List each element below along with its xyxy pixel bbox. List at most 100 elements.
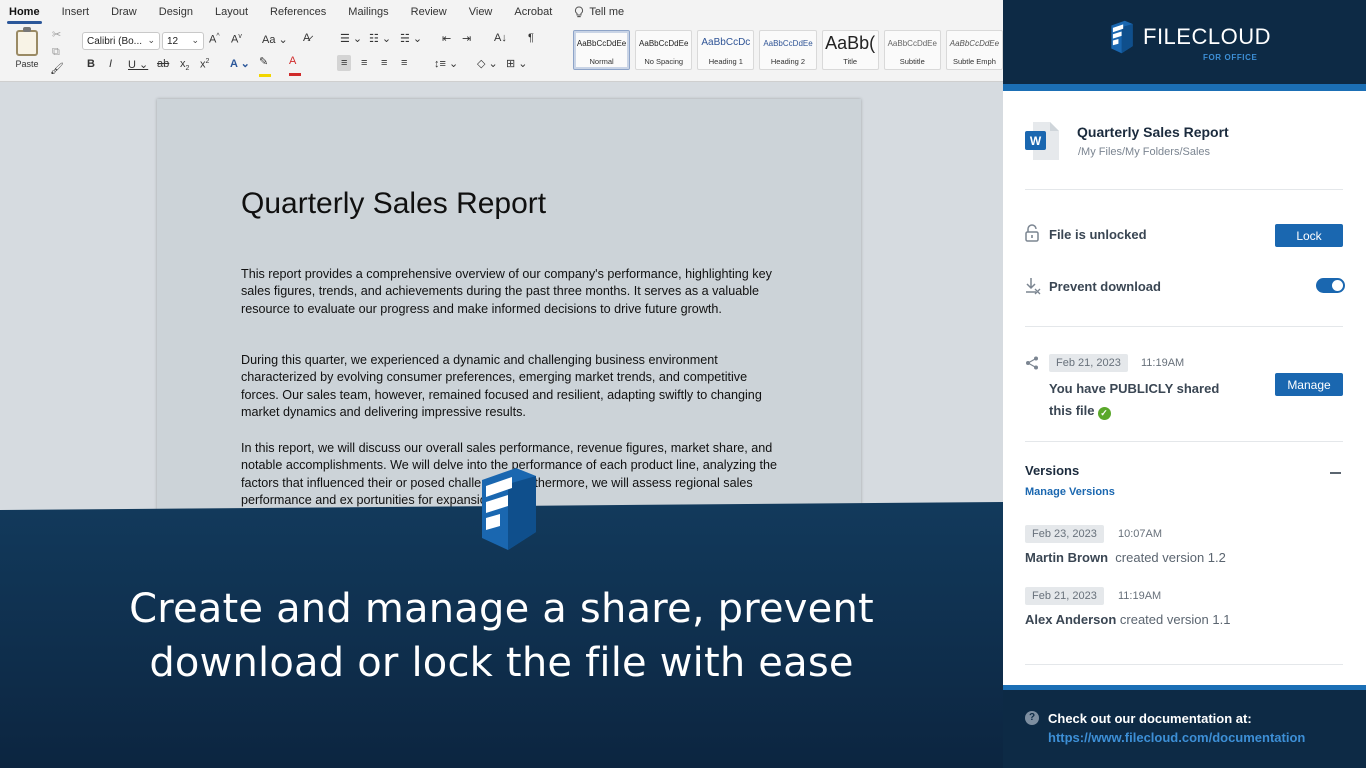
- font-name-select[interactable]: Calibri (Bo... ⌄: [82, 32, 160, 50]
- justify-icon[interactable]: ≡: [401, 57, 407, 69]
- numbering-icon[interactable]: ☷ ⌄: [369, 32, 391, 45]
- tab-mailings[interactable]: Mailings: [348, 6, 388, 18]
- style-normal[interactable]: AaBbCcDdEe Normal: [573, 30, 631, 70]
- tell-me[interactable]: Tell me: [574, 6, 624, 18]
- filecloud-logo-icon: [1111, 20, 1133, 54]
- align-right-icon[interactable]: ≡: [381, 57, 387, 69]
- borders-icon[interactable]: ⊞ ⌄: [506, 57, 528, 70]
- ribbon-home: Paste ✂ ⧉ 🖌 Calibri (Bo... ⌄ 12 ⌄ A^ Av Aa…: [0, 24, 1003, 82]
- panel-header: FILECLOUD FOR OFFICE: [1003, 0, 1366, 84]
- panel-footer: [1003, 685, 1366, 768]
- tab-review[interactable]: Review: [411, 6, 447, 18]
- style-name: Subtitle: [899, 57, 925, 66]
- paste-button[interactable]: Paste: [8, 27, 46, 69]
- sort-icon[interactable]: A↓: [494, 32, 507, 44]
- style-heading-2[interactable]: AaBbCcDdEe Heading 2: [759, 30, 817, 70]
- version-user: Martin Brown: [1025, 550, 1109, 565]
- unlock-icon: [1025, 224, 1039, 242]
- font-size-select[interactable]: 12 ⌄: [162, 32, 204, 50]
- filecloud-logo-icon: [482, 468, 536, 550]
- version-time: 10:07AM: [1118, 528, 1163, 540]
- version-action: created version 1.2: [1115, 550, 1226, 565]
- document-title: Quarterly Sales Report: [241, 187, 547, 220]
- decrease-indent-icon[interactable]: ⇤: [442, 32, 451, 45]
- tab-view[interactable]: View: [469, 6, 493, 18]
- share-status-line-1: You have PUBLICLY shared: [1049, 381, 1220, 396]
- tab-references[interactable]: References: [270, 6, 326, 18]
- strikethrough-icon[interactable]: ab: [157, 58, 169, 70]
- grow-font-icon[interactable]: A^: [209, 33, 220, 46]
- documentation-link[interactable]: https://www.filecloud.com/documentation: [1048, 730, 1305, 745]
- tab-home[interactable]: Home: [7, 6, 42, 24]
- copy-icon[interactable]: ⧉: [52, 46, 60, 59]
- style-name: Normal: [589, 57, 614, 66]
- italic-icon[interactable]: I: [109, 58, 112, 70]
- style-no-spacing[interactable]: AaBbCcDdEe No Spacing: [635, 30, 693, 70]
- file-title: Quarterly Sales Report: [1077, 124, 1229, 140]
- clear-formatting-icon[interactable]: A̷: [303, 32, 310, 44]
- share-date: Feb 21, 2023: [1049, 354, 1128, 372]
- style-subtitle[interactable]: AaBbCcDdEe Subtitle: [883, 30, 941, 70]
- style-title[interactable]: AaBb( Title: [821, 30, 879, 70]
- shading-icon[interactable]: ◇ ⌄: [477, 57, 498, 70]
- style-subtle-emphasis[interactable]: AaBbCcDdEe Subtle Emph: [945, 30, 1003, 70]
- style-name: Heading 1: [708, 57, 743, 66]
- subscript-icon[interactable]: x2: [180, 58, 189, 72]
- share-status: You have PUBLICLY shared this file ✓: [1049, 378, 1239, 422]
- increase-indent-icon[interactable]: ⇥: [462, 32, 471, 45]
- show-formatting-icon[interactable]: ¶: [528, 32, 534, 44]
- document-page[interactable]: Quarterly Sales Report This report provi…: [157, 99, 861, 519]
- styles-gallery: AaBbCcDdEe Normal AaBbCcDdEe No Spacing …: [573, 30, 1003, 72]
- style-heading-1[interactable]: AaBbCcDc Heading 1: [697, 30, 755, 70]
- underline-icon[interactable]: U ⌄: [128, 58, 148, 71]
- tab-insert[interactable]: Insert: [62, 6, 90, 18]
- brand-name: FILECLOUD: [1143, 24, 1271, 49]
- version-user: Alex Anderson: [1025, 612, 1117, 627]
- shrink-font-icon[interactable]: Av: [231, 33, 242, 46]
- align-center-icon[interactable]: ≡: [361, 57, 367, 69]
- version-entry: Alex Anderson created version 1.1: [1025, 612, 1230, 627]
- versions-heading: Versions: [1025, 463, 1080, 478]
- collapse-icon[interactable]: [1330, 472, 1341, 474]
- cut-icon[interactable]: ✂: [52, 28, 61, 41]
- font-color-icon[interactable]: A: [289, 55, 301, 79]
- headline-line-2: download or lock the file with ease: [149, 640, 854, 686]
- font-size-value: 12: [167, 36, 179, 47]
- style-name: Title: [843, 57, 858, 66]
- lock-button[interactable]: Lock: [1275, 224, 1343, 247]
- line-spacing-icon[interactable]: ↕≡ ⌄: [434, 57, 458, 70]
- divider: [1025, 664, 1343, 665]
- multilevel-list-icon[interactable]: ☵ ⌄: [400, 32, 422, 45]
- share-status-line-2: this file: [1049, 403, 1095, 418]
- tab-design[interactable]: Design: [159, 6, 193, 18]
- version-entry: Martin Brown created version 1.2: [1025, 550, 1226, 565]
- divider: [1025, 189, 1343, 190]
- tab-acrobat[interactable]: Acrobat: [514, 6, 552, 18]
- tell-me-label: Tell me: [589, 6, 625, 18]
- tab-layout[interactable]: Layout: [215, 6, 248, 18]
- share-icon: [1026, 356, 1038, 370]
- bullets-icon[interactable]: ☰ ⌄: [340, 32, 362, 45]
- banner-headline: Create and manage a share, prevent downl…: [0, 582, 1003, 690]
- lock-status: File is unlocked: [1049, 227, 1147, 242]
- change-case-icon[interactable]: Aa ⌄: [262, 33, 288, 46]
- format-painter-icon[interactable]: 🖌: [50, 62, 64, 75]
- tab-draw[interactable]: Draw: [111, 6, 137, 18]
- paste-label: Paste: [15, 59, 39, 69]
- bold-icon[interactable]: B: [87, 58, 95, 70]
- filecloud-panel: FILECLOUD FOR OFFICE W Quarterly Sales R…: [1003, 0, 1366, 768]
- manage-versions-link[interactable]: Manage Versions: [1025, 486, 1115, 498]
- style-name: No Spacing: [644, 57, 684, 66]
- align-left-icon[interactable]: ≡: [337, 55, 352, 71]
- highlight-icon[interactable]: ✎: [259, 55, 271, 80]
- superscript-icon[interactable]: x2: [200, 58, 209, 71]
- word-file-icon: W: [1025, 122, 1059, 160]
- text-effects-icon[interactable]: A ⌄: [230, 57, 250, 70]
- share-time: 11:19AM: [1141, 357, 1185, 369]
- chevron-down-icon: ⌄: [147, 35, 155, 45]
- manage-share-button[interactable]: Manage: [1275, 373, 1343, 396]
- footer-accent-bar: [1003, 685, 1366, 690]
- file-icon-letter: W: [1030, 134, 1042, 148]
- prevent-download-toggle[interactable]: [1316, 278, 1345, 293]
- brand-subtitle: FOR OFFICE: [1203, 53, 1258, 62]
